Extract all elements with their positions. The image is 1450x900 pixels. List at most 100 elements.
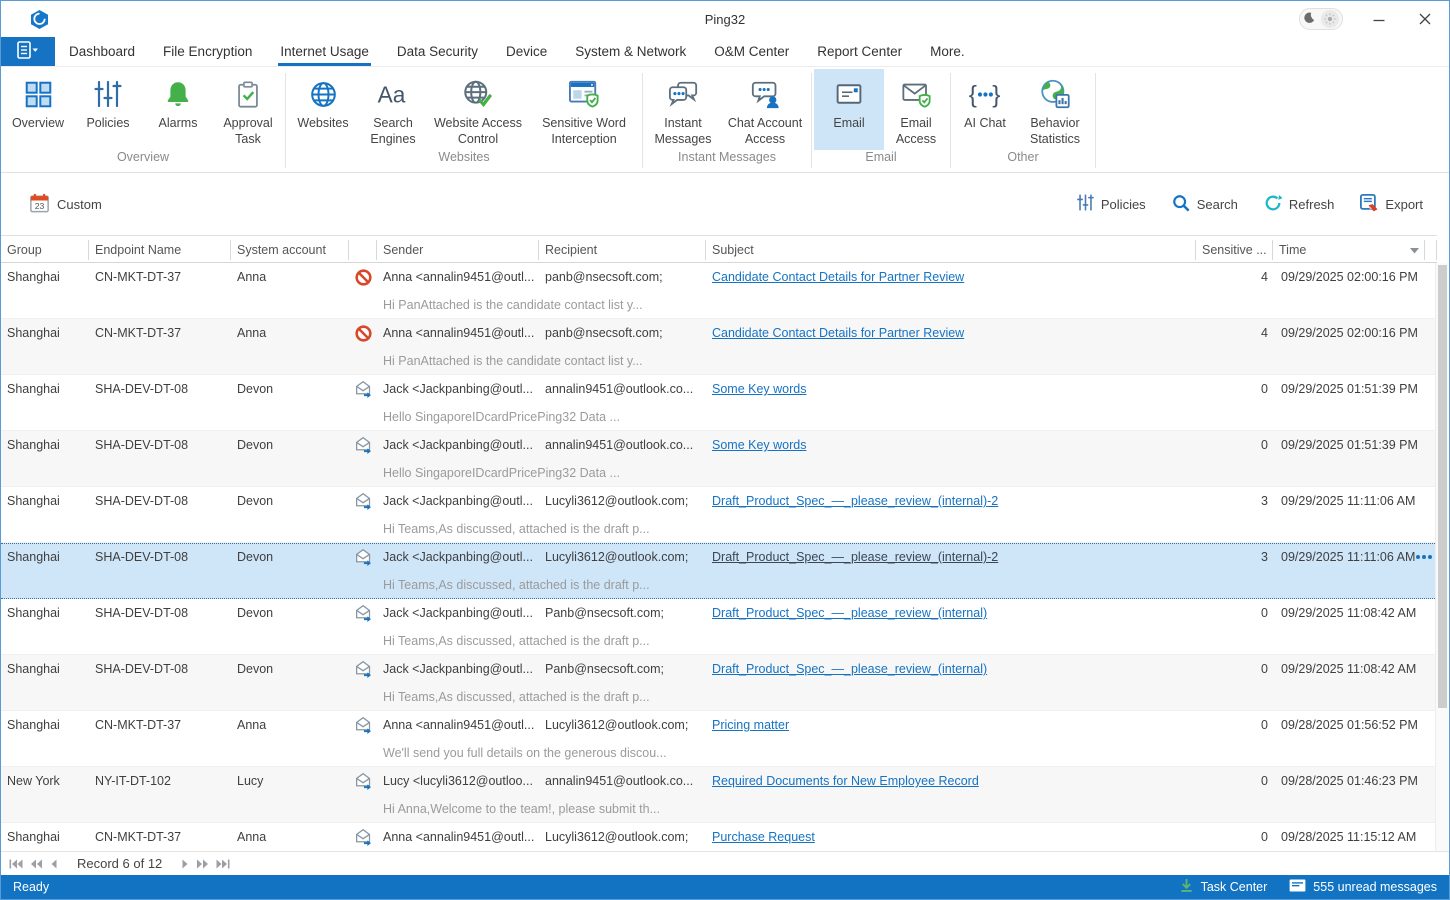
theme-toggle[interactable]	[1299, 8, 1343, 30]
tab-report-center[interactable]: Report Center	[803, 37, 916, 66]
table-row[interactable]: ShanghaiCN-MKT-DT-37AnnaAnna <annalin945…	[1, 319, 1437, 375]
ribbon-item-websites[interactable]: Websites	[288, 69, 358, 150]
cell-endpoint-name: SHA-DEV-DT-08	[89, 382, 231, 396]
tab-data-security[interactable]: Data Security	[383, 37, 492, 66]
filter-dropdown-icon[interactable]	[1410, 243, 1419, 257]
ribbon-item-email[interactable]: Email	[814, 69, 884, 150]
menu-bar: DashboardFile EncryptionInternet UsageDa…	[1, 37, 1449, 67]
table-row[interactable]: ShanghaiSHA-DEV-DT-08DevonJack <Jackpanb…	[1, 375, 1437, 431]
column-header-sender[interactable]: Sender	[377, 236, 539, 264]
ribbon-item-policies[interactable]: Policies	[73, 69, 143, 150]
table-row[interactable]: ShanghaiSHA-DEV-DT-08DevonJack <Jackpanb…	[1, 655, 1437, 711]
cell-endpoint-name: SHA-DEV-DT-08	[89, 438, 231, 452]
ribbon-item-approval-task[interactable]: Approval Task	[213, 69, 283, 150]
next-page-button[interactable]	[181, 859, 189, 869]
subject-link[interactable]: Draft_Product_Spec_—_please_review_(inte…	[712, 550, 998, 564]
table-body: ShanghaiCN-MKT-DT-37AnnaAnna <annalin945…	[1, 263, 1437, 851]
cell-time: 09/29/2025 02:00:16 PM	[1273, 326, 1425, 340]
tab-more[interactable]: More.	[916, 37, 979, 66]
column-header-group[interactable]: Group	[1, 236, 89, 264]
search-button[interactable]: Search	[1172, 194, 1238, 215]
column-header-endpoint-name[interactable]: Endpoint Name	[89, 236, 231, 264]
cell-system-account: Devon	[231, 438, 349, 452]
cell-time: 09/29/2025 01:51:39 PM	[1273, 438, 1425, 452]
cell-subject: Draft_Product_Spec_—_please_review_(inte…	[706, 662, 1196, 676]
ribbon-item-sensitive-word-interception[interactable]: Sensitive Word Interception	[528, 69, 640, 150]
tab-device[interactable]: Device	[492, 37, 561, 66]
first-page-button[interactable]	[9, 859, 23, 869]
ribbon-item-behavior-statistics[interactable]: Behavior Statistics	[1017, 69, 1093, 150]
column-header-time[interactable]: Time	[1273, 236, 1425, 264]
subject-link[interactable]: Purchase Request	[712, 830, 815, 844]
cell-sensitive-count: 0	[1196, 606, 1273, 620]
tab-internet-usage[interactable]: Internet Usage	[266, 37, 383, 66]
blocked-icon	[349, 269, 377, 286]
column-header-recipient[interactable]: Recipient	[539, 236, 706, 264]
ribbon-item-alarms[interactable]: Alarms	[143, 69, 213, 150]
cell-recipient: annalin9451@outlook.co...	[539, 382, 706, 396]
row-more-icon[interactable]	[1416, 555, 1432, 559]
column-header-spacer	[1425, 236, 1437, 264]
ribbon-item-website-access-control[interactable]: Website Access Control	[428, 69, 528, 150]
ribbon-item-email-access[interactable]: Email Access	[884, 69, 948, 150]
custom-date-button[interactable]: 23 Custom	[29, 193, 102, 216]
tab-file-encryption[interactable]: File Encryption	[149, 37, 266, 66]
subject-link[interactable]: Candidate Contact Details for Partner Re…	[712, 326, 964, 340]
tab-system-network[interactable]: System & Network	[561, 37, 700, 66]
app-window: Ping32 DashboardFile EncryptionInternet …	[0, 0, 1450, 900]
vertical-scrollbar[interactable]	[1435, 263, 1448, 851]
refresh-button[interactable]: Refresh	[1264, 194, 1335, 215]
minimize-button[interactable]	[1369, 5, 1389, 33]
scrollbar-thumb[interactable]	[1438, 265, 1447, 708]
table-row[interactable]: ShanghaiSHA-DEV-DT-08DevonJack <Jackpanb…	[1, 599, 1437, 655]
subject-link[interactable]: Draft_Product_Spec_—_please_review_(inte…	[712, 494, 998, 508]
table-row[interactable]: ShanghaiCN-MKT-DT-37AnnaAnna <annalin945…	[1, 823, 1437, 851]
subject-link[interactable]: Draft_Product_Spec_—_please_review_(inte…	[712, 606, 987, 620]
last-page-button[interactable]	[216, 859, 230, 869]
policies-button[interactable]: Policies	[1077, 194, 1146, 214]
sent-mail-icon	[349, 380, 377, 398]
close-button[interactable]	[1415, 5, 1435, 33]
cell-body-preview: Hello SingaporeIDcardPricePing32 Data ..…	[377, 410, 1437, 424]
export-button[interactable]: Export	[1360, 194, 1423, 215]
next-group-button[interactable]	[196, 859, 209, 869]
tab-o-m-center[interactable]: O&M Center	[700, 37, 803, 66]
cell-system-account: Devon	[231, 494, 349, 508]
cell-subject: Purchase Request	[706, 830, 1196, 844]
tab-dashboard[interactable]: Dashboard	[55, 37, 149, 66]
clipboard-check-icon	[235, 76, 261, 112]
column-header-subject[interactable]: Subject	[706, 236, 1196, 264]
cell-group: Shanghai	[1, 606, 89, 620]
ribbon-item-overview[interactable]: Overview	[3, 69, 73, 150]
column-header-sensitive[interactable]: Sensitive ...	[1196, 236, 1273, 264]
ribbon-item-search-engines[interactable]: Aa Search Engines	[358, 69, 428, 150]
table-row[interactable]: New YorkNY-IT-DT-102LucyLucy <lucyli3612…	[1, 767, 1437, 823]
task-center-button[interactable]: Task Center	[1179, 878, 1268, 896]
prev-group-button[interactable]	[30, 859, 43, 869]
subject-link[interactable]: Required Documents for New Employee Reco…	[712, 774, 979, 788]
ribbon-item-chat-account-access[interactable]: Chat Account Access	[721, 69, 809, 150]
prev-page-button[interactable]	[50, 859, 58, 869]
subject-link[interactable]: Some Key words	[712, 382, 806, 396]
ribbon-item-ai-chat[interactable]: {} AI Chat	[953, 69, 1017, 150]
subject-link[interactable]: Pricing matter	[712, 718, 789, 732]
subject-link[interactable]: Some Key words	[712, 438, 806, 452]
ribbon-item-label: Instant Messages	[648, 116, 718, 147]
table-row[interactable]: ShanghaiCN-MKT-DT-37AnnaAnna <annalin945…	[1, 263, 1437, 319]
cell-system-account: Devon	[231, 662, 349, 676]
cell-system-account: Anna	[231, 270, 349, 284]
blocked-icon	[349, 325, 377, 342]
main-menu-button[interactable]	[1, 37, 55, 66]
unread-messages-button[interactable]: 555 unread messages	[1289, 879, 1437, 895]
subject-link[interactable]: Draft_Product_Spec_—_please_review_(inte…	[712, 662, 987, 676]
table-row[interactable]: ShanghaiSHA-DEV-DT-08DevonJack <Jackpanb…	[1, 431, 1437, 487]
table-row[interactable]: ShanghaiSHA-DEV-DT-08DevonJack <Jackpanb…	[1, 487, 1437, 543]
table-row[interactable]: ShanghaiSHA-DEV-DT-08DevonJack <Jackpanb…	[1, 543, 1437, 599]
subject-link[interactable]: Candidate Contact Details for Partner Re…	[712, 270, 964, 284]
column-header-icon[interactable]	[349, 236, 377, 264]
column-header-system-account[interactable]: System account	[231, 236, 349, 264]
ribbon-item-instant-messages[interactable]: Instant Messages	[645, 69, 721, 150]
cell-endpoint-name: SHA-DEV-DT-08	[89, 494, 231, 508]
cell-time: 09/28/2025 01:56:52 PM	[1273, 718, 1425, 732]
table-row[interactable]: ShanghaiCN-MKT-DT-37AnnaAnna <annalin945…	[1, 711, 1437, 767]
